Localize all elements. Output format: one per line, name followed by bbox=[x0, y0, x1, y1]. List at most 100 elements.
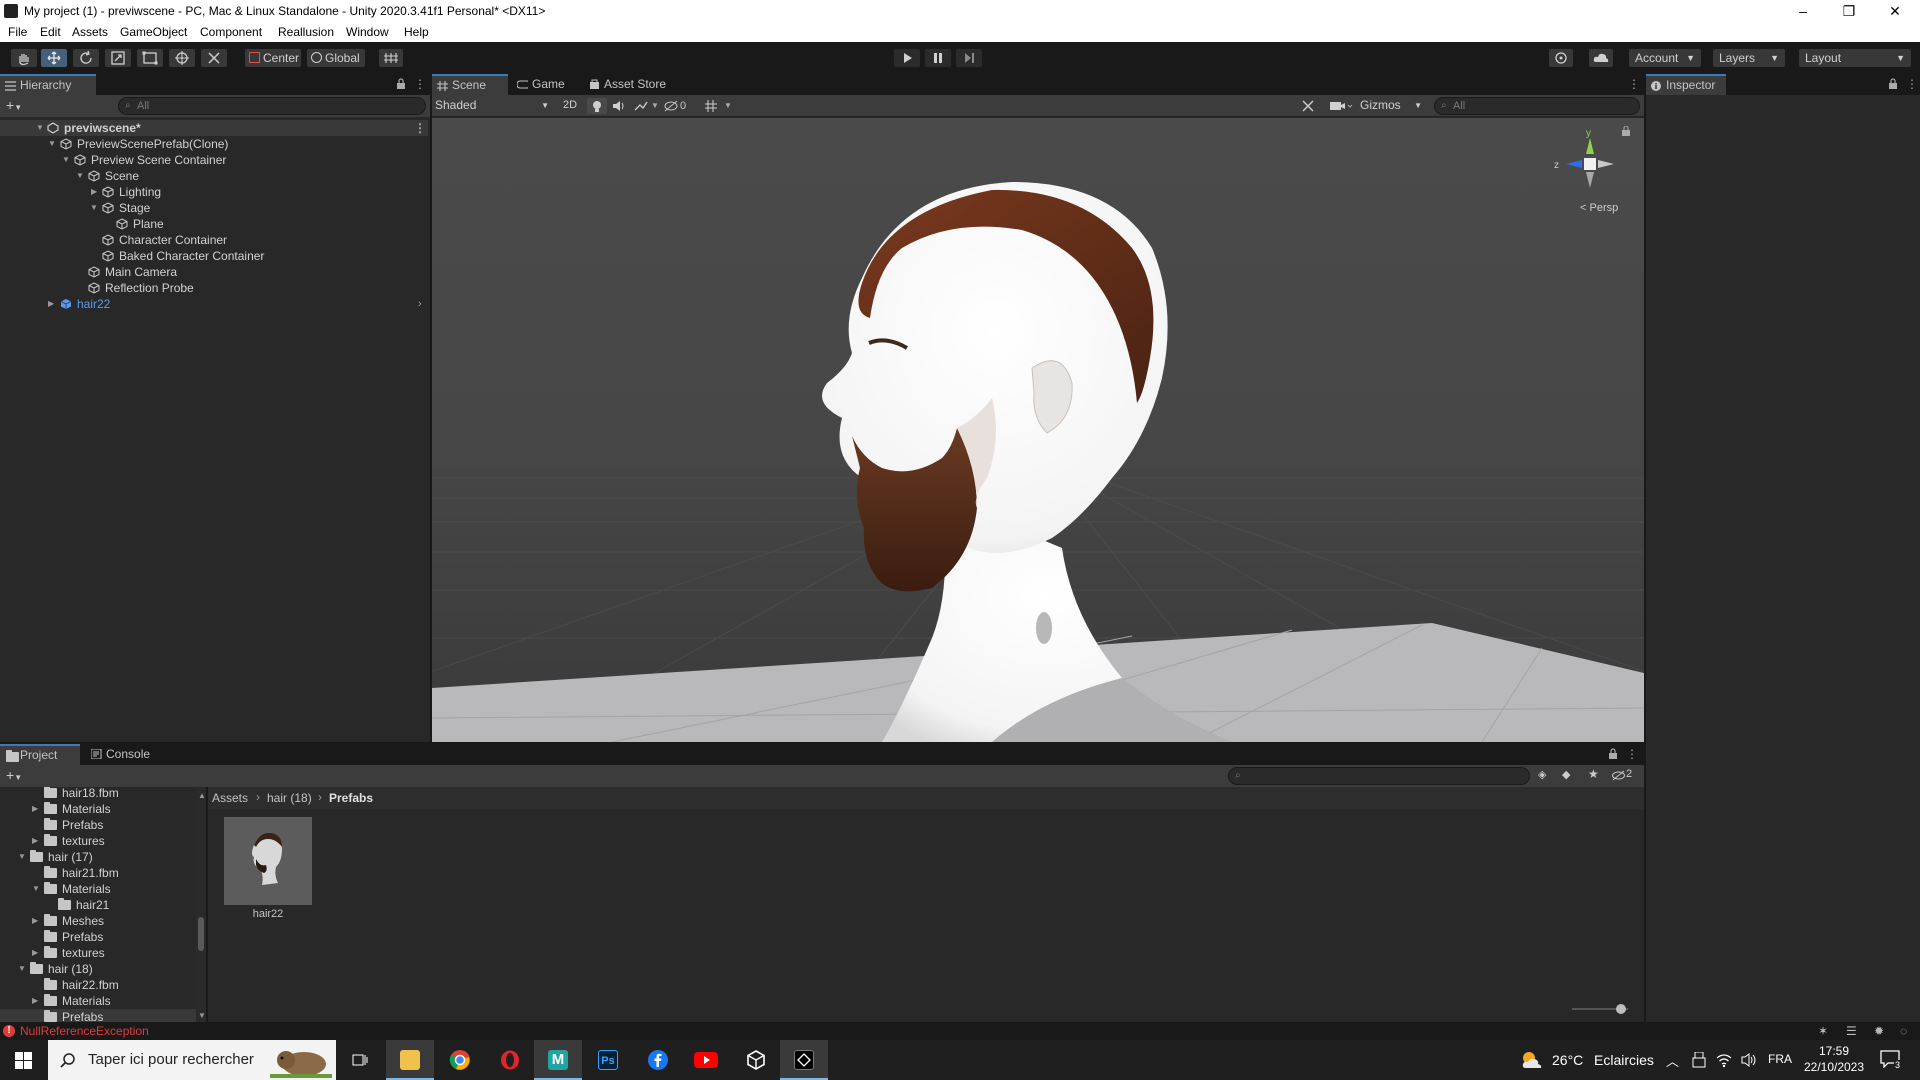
lock-icon[interactable] bbox=[1608, 748, 1618, 760]
expand-triangle-icon[interactable]: ▼ bbox=[18, 849, 26, 865]
scroll-up-icon[interactable]: ▲ bbox=[198, 791, 206, 800]
taskbar-youtube[interactable] bbox=[682, 1040, 730, 1080]
taskbar-search-box[interactable]: Taper ici pour rechercher bbox=[48, 1040, 336, 1080]
hierarchy-item-hair22[interactable]: ▶ hair22 › bbox=[0, 296, 428, 312]
weather-widget[interactable]: 26°C Eclaircies bbox=[1518, 1040, 1678, 1080]
chevron-down-icon[interactable]: ▼ bbox=[724, 98, 732, 114]
collapse-triangle-icon[interactable]: ▶ bbox=[32, 913, 38, 929]
hierarchy-search-input[interactable]: ⌕ All bbox=[118, 97, 426, 115]
hierarchy-item-reflection-probe[interactable]: Reflection Probe bbox=[0, 280, 428, 296]
chevron-right-icon[interactable]: › bbox=[418, 296, 422, 312]
kebab-menu-icon[interactable]: ⋮ bbox=[414, 77, 426, 91]
effects-toggle[interactable] bbox=[631, 98, 651, 114]
breadcrumb-prefabs[interactable]: Prefabs bbox=[329, 791, 373, 805]
audio-toggle[interactable] bbox=[609, 98, 629, 114]
collapse-triangle-icon[interactable]: ▶ bbox=[32, 833, 38, 849]
debug-icon[interactable]: ✹ bbox=[1874, 1024, 1884, 1038]
usb-device-icon[interactable] bbox=[1692, 1052, 1706, 1068]
collab-button[interactable] bbox=[1548, 48, 1574, 68]
panel-splitter[interactable] bbox=[1644, 74, 1646, 1022]
taskbar-opera[interactable] bbox=[486, 1040, 534, 1080]
camera-settings-button[interactable] bbox=[1328, 98, 1354, 114]
hidden-packages-toggle[interactable]: 2 bbox=[1612, 768, 1642, 784]
menu-reallusion[interactable]: Reallusion bbox=[278, 25, 334, 39]
hierarchy-item-plane[interactable]: Plane bbox=[0, 216, 428, 232]
move-tool-button[interactable] bbox=[40, 48, 68, 68]
menu-window[interactable]: Window bbox=[346, 25, 389, 39]
lock-icon[interactable] bbox=[396, 78, 406, 90]
pivot-rotation-button[interactable]: Global bbox=[306, 48, 366, 68]
menu-edit[interactable]: Edit bbox=[40, 25, 61, 39]
scene-search-input[interactable]: ⌕ All bbox=[1434, 97, 1640, 115]
step-button[interactable] bbox=[955, 48, 983, 68]
menu-file[interactable]: File bbox=[8, 25, 27, 39]
expand-triangle-icon[interactable]: ▼ bbox=[32, 881, 40, 897]
expand-triangle-icon[interactable]: ▼ bbox=[76, 168, 84, 184]
gizmos-dropdown[interactable]: Gizmos ▼ bbox=[1360, 96, 1422, 115]
hierarchy-item-scene[interactable]: ▼ Scene bbox=[0, 168, 428, 184]
breadcrumb-assets[interactable]: Assets bbox=[212, 791, 248, 805]
tab-hierarchy[interactable]: Hierarchy bbox=[0, 74, 96, 95]
tools-toggle[interactable] bbox=[1298, 98, 1318, 114]
layout-dropdown[interactable]: Layout ▼ bbox=[1798, 48, 1912, 68]
scroll-down-icon[interactable]: ▼ bbox=[198, 1011, 206, 1020]
tree-item-prefabs-selected[interactable]: Prefabs bbox=[0, 1009, 196, 1022]
close-button[interactable]: ✕ bbox=[1872, 0, 1918, 22]
tab-console[interactable]: Console bbox=[86, 744, 164, 765]
cache-server-icon[interactable]: ◌ bbox=[1900, 1024, 1907, 1038]
layers-dropdown[interactable]: Layers ▼ bbox=[1712, 48, 1786, 68]
hierarchy-item-stage[interactable]: ▼ Stage bbox=[0, 200, 428, 216]
slider-knob[interactable] bbox=[1616, 1004, 1626, 1014]
volume-icon[interactable] bbox=[1740, 1052, 1758, 1068]
rect-tool-button[interactable] bbox=[136, 48, 164, 68]
orientation-gizmo[interactable]: y z < Persp bbox=[1552, 126, 1632, 216]
grid-snapping-button[interactable] bbox=[378, 48, 404, 68]
status-error-message[interactable]: NullReferenceException bbox=[20, 1024, 149, 1038]
scrollbar-thumb[interactable] bbox=[198, 917, 204, 951]
play-button[interactable] bbox=[893, 48, 921, 68]
expand-triangle-icon[interactable]: ▼ bbox=[62, 152, 70, 168]
hierarchy-item-lighting[interactable]: ▶ Lighting bbox=[0, 184, 428, 200]
minimize-button[interactable]: – bbox=[1780, 0, 1826, 22]
create-add-button[interactable]: +▼ bbox=[6, 767, 22, 783]
task-view-button[interactable] bbox=[336, 1040, 384, 1080]
hierarchy-item-baked-character-container[interactable]: Baked Character Container bbox=[0, 248, 428, 264]
mode-2d-toggle[interactable]: 2D bbox=[558, 96, 582, 115]
pivot-mode-button[interactable]: Center bbox=[244, 48, 302, 68]
hierarchy-item-main-camera[interactable]: Main Camera bbox=[0, 264, 428, 280]
shading-mode-dropdown[interactable]: Shaded ▼ bbox=[435, 96, 553, 115]
chevron-up-icon[interactable]: ︿ bbox=[1666, 1051, 1679, 1070]
expand-triangle-icon[interactable]: ▼ bbox=[48, 136, 56, 152]
hidden-objects-toggle[interactable]: 0 bbox=[664, 98, 698, 114]
input-language[interactable]: FRA bbox=[1768, 1052, 1792, 1066]
lighting-toggle[interactable] bbox=[587, 98, 607, 114]
filter-by-label-button[interactable]: ◆ bbox=[1562, 768, 1578, 784]
tab-scene[interactable]: Scene bbox=[432, 74, 508, 95]
hierarchy-scene-root[interactable]: ▼ previwscene* ⋮ bbox=[0, 120, 428, 136]
tab-asset-store[interactable]: Asset Store bbox=[584, 74, 684, 95]
menu-component[interactable]: Component bbox=[200, 25, 262, 39]
progress-activity-icon[interactable]: ✶ bbox=[1818, 1024, 1828, 1038]
projection-label[interactable]: < Persp bbox=[1580, 202, 1618, 214]
pause-button[interactable] bbox=[924, 48, 952, 68]
notifications-button[interactable]: 3 bbox=[1880, 1050, 1904, 1072]
grid-toggle[interactable] bbox=[702, 98, 722, 114]
gizmo-lock-icon[interactable] bbox=[1622, 126, 1630, 136]
taskbar-unity-editor[interactable] bbox=[780, 1040, 828, 1080]
tree-scrollbar[interactable]: ▲ ▼ bbox=[196, 787, 206, 1022]
taskbar-facebook[interactable] bbox=[634, 1040, 682, 1080]
tab-project[interactable]: Project bbox=[0, 744, 80, 765]
transform-tool-button[interactable] bbox=[168, 48, 196, 68]
taskbar-file-explorer[interactable] bbox=[386, 1040, 434, 1080]
account-dropdown[interactable]: Account ▼ bbox=[1628, 48, 1702, 68]
expand-triangle-icon[interactable]: ▼ bbox=[18, 961, 26, 977]
collapse-triangle-icon[interactable]: ▶ bbox=[32, 945, 38, 961]
start-button[interactable] bbox=[0, 1040, 48, 1080]
collapse-triangle-icon[interactable]: ▶ bbox=[48, 296, 54, 312]
taskbar-maya[interactable]: M bbox=[534, 1040, 582, 1080]
kebab-menu-icon[interactable]: ⋮ bbox=[414, 120, 426, 136]
tab-game[interactable]: Game bbox=[512, 74, 580, 95]
chevron-down-icon[interactable]: ▼ bbox=[651, 98, 659, 114]
kebab-menu-icon[interactable]: ⋮ bbox=[1626, 747, 1638, 761]
taskbar-unity-hub[interactable] bbox=[732, 1040, 780, 1080]
